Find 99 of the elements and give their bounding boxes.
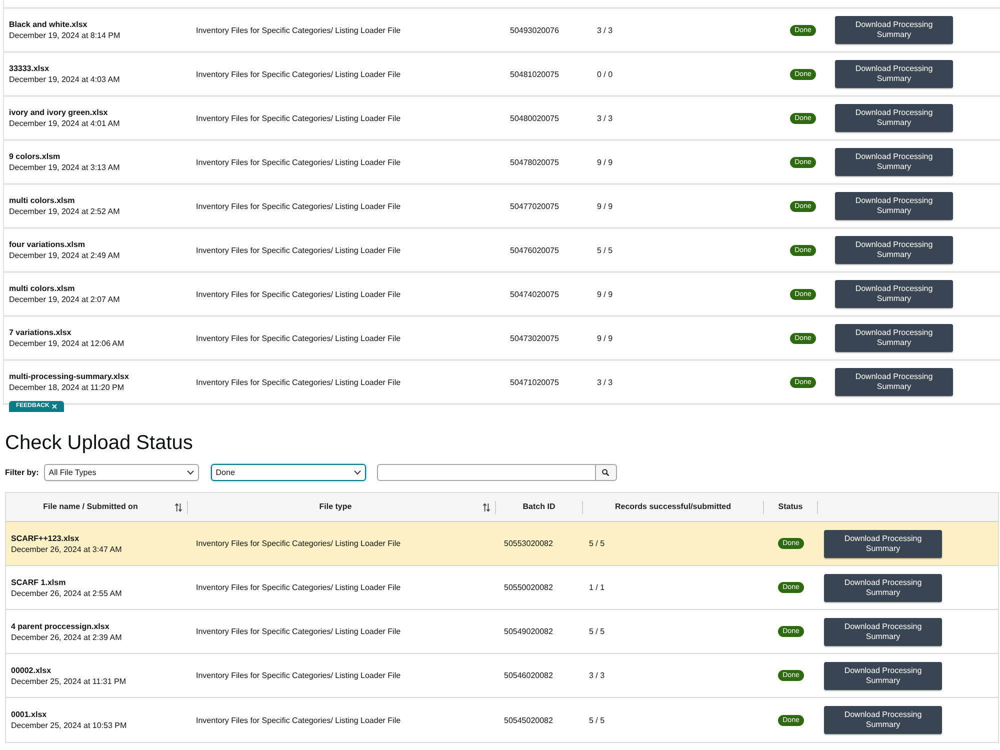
file-type: Inventory Files for Specific Categories/ Listing Loader File — [196, 24, 401, 36]
batch-id: 50545020082 — [504, 714, 553, 726]
submitted-date: December 25, 2024 at 10:53 PM — [11, 720, 127, 731]
file-name: SCARF++123.xlsx — [11, 532, 80, 544]
submitted-date: December 18, 2024 at 11:20 PM — [9, 382, 124, 393]
search-button[interactable] — [596, 464, 617, 481]
submitted-date: December 26, 2024 at 2:55 AM — [11, 588, 122, 598]
file-type: Inventory Files for Specific Categories/ Listing Loader File — [196, 156, 401, 168]
batch-id: 50477020075 — [510, 200, 559, 212]
download-summary-button[interactable]: Download Processing Summary — [835, 368, 953, 396]
file-type: Inventory Files for Specific Categories/ Listing Loader File — [196, 714, 401, 726]
record-count: 5 / 5 — [589, 538, 605, 549]
file-type: Inventory Files for Specific Categories/ Listing Loader File — [196, 332, 401, 344]
submitted-date: December 19, 2024 at 2:49 AM — [9, 250, 120, 261]
submitted-date: December 19, 2024 at 2:07 AM — [9, 294, 120, 305]
column-header[interactable]: Status — [778, 501, 803, 513]
file-type: Inventory Files for Specific Categories/ Listing Loader File — [196, 670, 401, 681]
file-name: 00002.xlsx — [11, 664, 52, 676]
download-summary-button[interactable]: Download Processing Summary — [835, 236, 953, 264]
filter-dropdown[interactable]: Done — [210, 464, 366, 481]
column-header[interactable]: File name / Submitted on — [43, 501, 138, 513]
file-type: Inventory Files for Specific Categories/ Listing Loader File — [196, 112, 401, 124]
record-count: 9 / 9 — [597, 332, 613, 344]
download-summary-button[interactable]: Download Processing Summary — [835, 60, 953, 88]
filter-label: Filter by: — [5, 466, 39, 478]
submitted-date: December 19, 2024 at 12:06 AM — [9, 338, 124, 349]
column-header[interactable]: File type — [319, 501, 352, 513]
file-type: Inventory Files for Specific Categories/ Listing Loader File — [196, 376, 401, 388]
file-name: SCARF 1.xlsm — [11, 576, 66, 588]
batch-id: 50474020075 — [510, 288, 559, 300]
download-summary-button[interactable]: Download Processing Summary — [824, 574, 942, 602]
file-name: 0001.xlsx — [11, 709, 47, 720]
download-summary-button[interactable]: Download Processing Summary — [835, 324, 953, 352]
record-count: 3 / 3 — [597, 24, 613, 36]
record-count: 5 / 5 — [597, 244, 613, 256]
submitted-date: December 19, 2024 at 2:52 AM — [9, 206, 120, 217]
column-header[interactable]: Records successful/submitted — [614, 501, 732, 513]
batch-id: 50473020075 — [510, 332, 559, 344]
column-header[interactable]: Batch ID — [522, 501, 556, 513]
download-summary-button[interactable]: Download Processing Summary — [835, 104, 953, 132]
search-icon — [602, 469, 610, 476]
file-type: Inventory Files for Specific Categories/ Listing Loader File — [196, 538, 401, 549]
file-name: multi colors.xlsm — [9, 195, 75, 206]
batch-id: 50480020075 — [510, 112, 559, 124]
file-type: Inventory Files for Specific Categories/ Listing Loader File — [196, 68, 401, 80]
close-icon — [52, 404, 58, 409]
file-name: 4 parent proccessign.xlsx — [11, 620, 110, 632]
submitted-date: December 26, 2024 at 3:47 AM — [11, 544, 122, 554]
file-name: 9 colors.xlsm — [9, 151, 60, 162]
batch-id: 50549020082 — [504, 626, 553, 637]
record-count: 5 / 5 — [589, 714, 605, 726]
download-summary-button[interactable]: Download Processing Summary — [824, 530, 942, 558]
download-summary-button[interactable]: Download Processing Summary — [824, 662, 942, 690]
record-count: 5 / 5 — [589, 626, 605, 637]
filter-dropdown[interactable]: All File Types — [44, 464, 199, 481]
search-field[interactable] — [376, 464, 596, 481]
file-name: 7 variations.xlsx — [9, 327, 72, 338]
file-type: Inventory Files for Specific Categories/ Listing Loader File — [196, 244, 401, 256]
submitted-date: December 19, 2024 at 4:03 AM — [9, 74, 120, 85]
file-name: four variations.xlsm — [9, 239, 86, 250]
submitted-date: December 19, 2024 at 4:01 AM — [9, 118, 120, 129]
chevron-down-icon — [186, 470, 194, 475]
batch-id: 50471020075 — [510, 376, 559, 388]
record-count: 3 / 3 — [597, 112, 613, 124]
record-count: 3 / 3 — [597, 376, 613, 388]
batch-id: 50481020075 — [510, 68, 559, 80]
submitted-date: December 19, 2024 at 3:13 AM — [9, 162, 120, 173]
download-summary-button[interactable]: Download Processing Summary — [835, 280, 953, 308]
file-name: 33333.xlsx — [9, 63, 50, 74]
record-count: 3 / 3 — [589, 670, 605, 681]
file-name: multi-processing-summary.xlsx — [9, 371, 129, 382]
download-summary-button[interactable]: Download Processing Summary — [824, 706, 942, 734]
submitted-date: December 19, 2024 at 8:14 PM — [9, 30, 120, 41]
batch-id: 50476020075 — [510, 244, 559, 256]
file-name: multi colors.xlsm — [9, 283, 75, 294]
file-type: Inventory Files for Specific Categories/ Listing Loader File — [196, 626, 401, 637]
submitted-date: December 26, 2024 at 2:39 AM — [11, 632, 122, 642]
chevron-down-icon — [354, 470, 361, 475]
batch-id: 50550020082 — [504, 582, 553, 593]
batch-id: 50546020082 — [504, 670, 553, 681]
download-summary-button[interactable]: Download Processing Summary — [835, 16, 953, 44]
batch-id: 50553020082 — [504, 538, 553, 549]
file-type: Inventory Files for Specific Categories/ Listing Loader File — [196, 582, 401, 593]
record-count: 9 / 9 — [597, 288, 613, 300]
record-count: 9 / 9 — [597, 156, 613, 168]
record-count: 0 / 0 — [597, 68, 613, 80]
download-summary-button[interactable]: Download Processing Summary — [835, 192, 953, 220]
batch-id: 50493020076 — [510, 24, 559, 36]
file-type: Inventory Files for Specific Categories/ Listing Loader File — [196, 288, 401, 300]
batch-id: 50478020075 — [510, 156, 559, 168]
file-name: Black and white.xlsx — [9, 19, 88, 30]
record-count: 1 / 1 — [589, 582, 605, 593]
page-title: Check Upload Status — [5, 431, 193, 455]
file-type: Inventory Files for Specific Categories/ Listing Loader File — [196, 200, 401, 212]
download-summary-button[interactable]: Download Processing Summary — [835, 148, 953, 176]
record-count: 9 / 9 — [597, 200, 613, 212]
download-summary-button[interactable]: Download Processing Summary — [824, 618, 942, 646]
submitted-date: December 25, 2024 at 11:31 PM — [11, 676, 126, 686]
file-name: ivory and ivory green.xlsx — [9, 107, 108, 118]
